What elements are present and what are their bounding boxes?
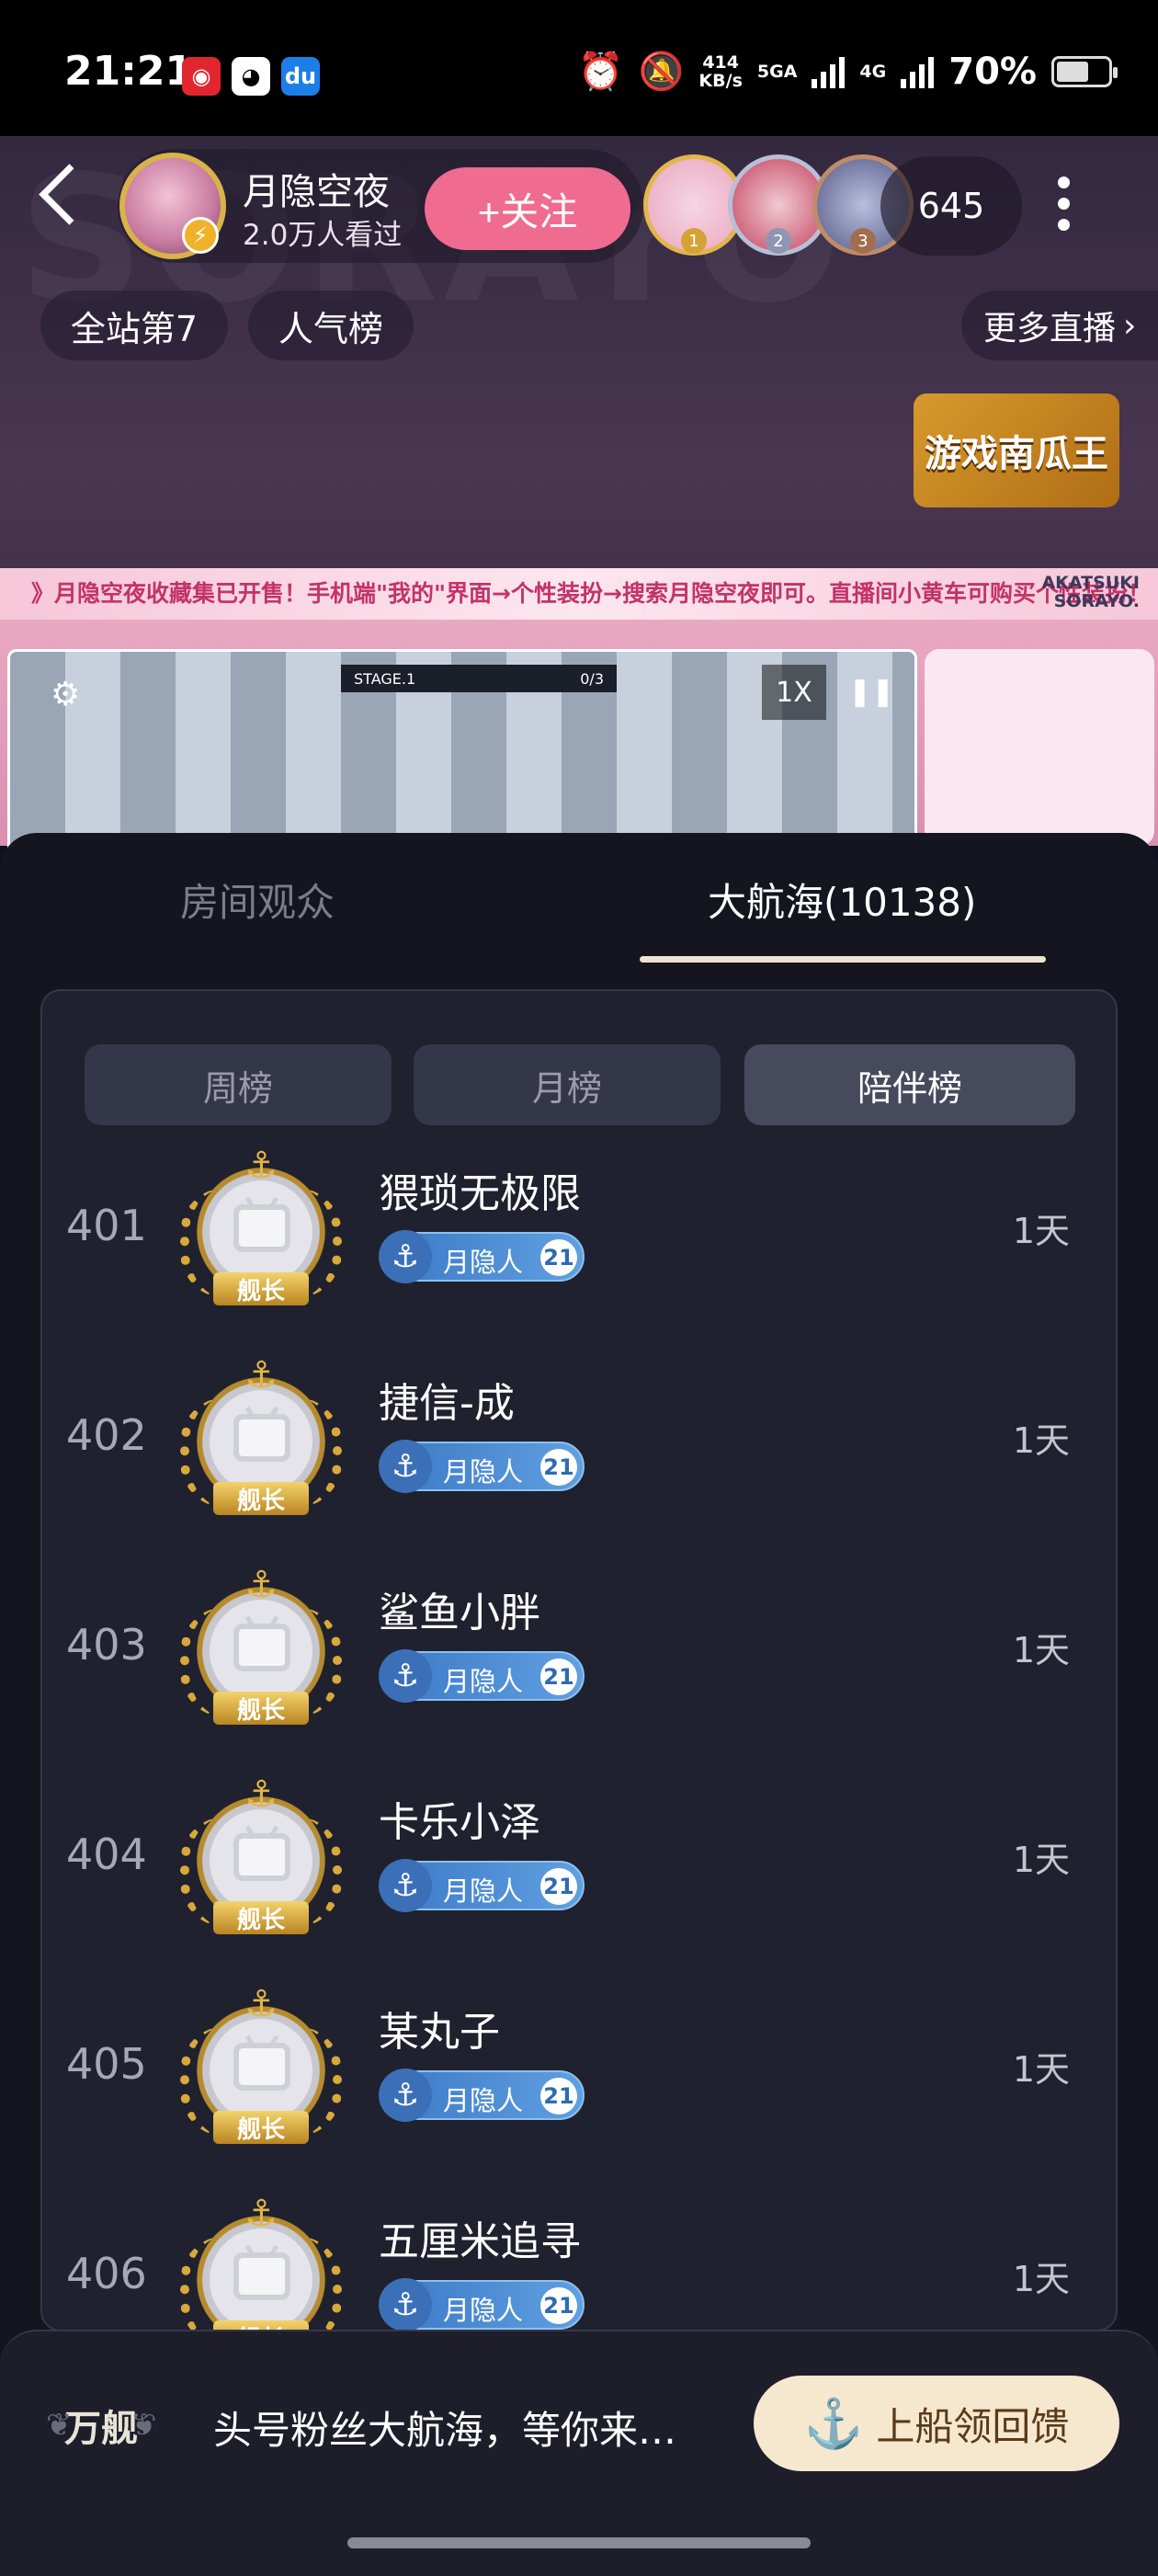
mute-icon: 🔕 <box>638 51 685 93</box>
list-item[interactable]: 406 ⚓舰长 五厘米追寻 ⚓月隐人21 1天 <box>42 2188 1116 2331</box>
anchor-icon: ⚓ <box>379 1440 432 1493</box>
battery-percent: 70% <box>948 50 1037 93</box>
tab-audience[interactable]: 房间观众 <box>180 872 335 928</box>
host-name: 月隐空夜 <box>243 171 390 213</box>
banner-logo: AKATSUKI SORAYO. <box>1041 573 1140 611</box>
list-item[interactable]: 401 ⚓ 舰长 猥琐无极限 ⚓ 月隐人 21 1天 <box>42 1140 1116 1350</box>
signal-5g-label: 5GA <box>756 61 798 82</box>
more-options-icon[interactable] <box>1055 177 1073 240</box>
member-name: 鲨鱼小胖 <box>379 1590 540 1636</box>
online-count[interactable]: 645 <box>880 156 1022 256</box>
member-name: 卡乐小泽 <box>379 1799 540 1846</box>
popularity-rank-tag[interactable]: 人气榜 <box>248 291 414 360</box>
banner-text: 》月隐空夜收藏集已开售！手机端"我的"界面→个性装扮→搜索月隐空夜即可。直播间小… <box>31 580 1158 607</box>
member-name: 捷信-成 <box>379 1380 515 1427</box>
status-time: 21:21 <box>64 48 194 95</box>
fan-level: 21 <box>540 1868 577 1905</box>
fan-badge: ⚓ 月隐人 21 <box>379 1859 585 1912</box>
list-item[interactable]: 404 ⚓ 舰长 卡乐小泽 ⚓ 月隐人 21 1天 <box>42 1769 1116 1978</box>
rank-number: 405 <box>66 2039 147 2089</box>
member-days: 1天 <box>1012 1840 1070 1880</box>
fan-level: 21 <box>540 1239 577 1276</box>
game-stream-view[interactable]: ⚙ STAGE.1 0/3 1X ❚❚ <box>7 649 917 861</box>
signal-5g-icon <box>812 55 846 88</box>
member-days: 1天 <box>1012 1211 1070 1251</box>
captain-medal-icon: ⚓舰长 <box>180 1774 342 1936</box>
member-days: 1天 <box>1012 2259 1070 2299</box>
member-days: 1天 <box>1012 1630 1070 1670</box>
pause-icon: ❚❚ <box>848 676 895 708</box>
rank-number: 404 <box>66 1829 147 1879</box>
fan-badge: ⚓ 月隐人 21 <box>379 1230 585 1283</box>
signal-4g-icon <box>901 55 935 88</box>
anchor-icon: ⚓ <box>379 1859 432 1912</box>
captain-medal-icon: ⚓舰长 <box>180 2194 342 2331</box>
captain-medal-icon: ⚓舰长 <box>180 1565 342 1727</box>
anchor-icon: ⚓ <box>379 2069 432 2122</box>
netease-music-icon: ◉ <box>182 57 221 96</box>
anchor-icon: ⚓ <box>379 1230 432 1283</box>
promo-text: 头号粉丝大航海，等你来… <box>213 2408 677 2453</box>
alarm-icon: ⏰ <box>577 51 624 93</box>
site-rank-tag[interactable]: 全站第7 <box>40 291 228 360</box>
subtab-monthly[interactable]: 月榜 <box>414 1044 721 1125</box>
member-name: 五厘米追寻 <box>379 2218 581 2265</box>
net-speed: 414 KB/s <box>698 51 743 91</box>
member-name: 猥琐无极限 <box>379 1170 581 1217</box>
follow-button[interactable]: +关注 <box>425 167 630 250</box>
member-days: 1天 <box>1012 2049 1070 2090</box>
rank-badge-2: 2 <box>766 228 791 254</box>
list-item[interactable]: 402 ⚓ 舰长 捷信-成 ⚓ 月隐人 21 1天 <box>42 1350 1116 1559</box>
fan-badge: ⚓ 月隐人 21 <box>379 1649 585 1703</box>
gear-icon: ⚙ <box>51 676 81 713</box>
active-tab-indicator <box>640 956 1046 963</box>
battery-icon <box>1051 55 1118 87</box>
list-item[interactable]: 405 ⚓ 舰长 某丸子 ⚓ 月隐人 21 1天 <box>42 1978 1116 2188</box>
status-icons: ⏰ 🔕 414 KB/s 5GA 4G 70% <box>577 50 1118 93</box>
rank-number: 401 <box>66 1201 147 1250</box>
tab-guard[interactable]: 大航海(10138) <box>708 872 976 928</box>
rank-number: 406 <box>66 2249 147 2298</box>
qq-icon: ◕ <box>232 57 270 96</box>
subtab-companion[interactable]: 陪伴榜 <box>744 1044 1075 1125</box>
more-live-button[interactable]: 更多直播 › <box>961 291 1158 360</box>
member-name: 某丸子 <box>379 2009 500 2056</box>
captain-medal-icon: ⚓舰长 <box>180 1984 342 2146</box>
stream-side-panel <box>925 649 1154 846</box>
game-stage-bar: STAGE.1 0/3 <box>341 665 617 692</box>
baidu-disk-icon: du <box>281 57 320 96</box>
host-watch-count: 2.0万人看过 <box>243 219 403 252</box>
member-days: 1天 <box>1012 1420 1070 1461</box>
rank-number: 403 <box>66 1620 147 1670</box>
anchor-icon: ⚓ <box>803 2397 864 2451</box>
chevron-right-icon: › <box>1123 306 1137 345</box>
signal-4g-label: 4G <box>859 61 887 82</box>
fan-level: 21 <box>540 1658 577 1695</box>
rank-badge-1: 1 <box>681 228 707 254</box>
captain-medal-icon: ⚓舰长 <box>180 1146 342 1307</box>
board-ship-button[interactable]: ⚓ 上船领回馈 <box>754 2376 1119 2471</box>
announcement-banner: 》月隐空夜收藏集已开售！手机端"我的"界面→个性装扮→搜索月隐空夜即可。直播间小… <box>0 568 1158 620</box>
fan-badge: ⚓ 月隐人 21 <box>379 2278 585 2331</box>
fan-level: 21 <box>540 1449 577 1486</box>
fan-level: 21 <box>540 2287 577 2324</box>
game-speed: 1X <box>762 665 826 720</box>
home-indicator[interactable] <box>347 2537 811 2548</box>
fan-badge: ⚓ 月隐人 21 <box>379 1440 585 1493</box>
rank-badge-3: 3 <box>850 228 876 254</box>
anchor-icon: ⚓ <box>379 1649 432 1703</box>
wanjian-logo: 万舰 <box>46 2387 149 2464</box>
anchor-icon: ⚓ <box>379 2278 432 2331</box>
rank-number: 402 <box>66 1410 147 1460</box>
captain-medal-icon: ⚓舰长 <box>180 1355 342 1517</box>
board-ship-label: 上船领回馈 <box>876 2404 1070 2448</box>
list-item[interactable]: 403 ⚓ 舰长 鲨鱼小胖 ⚓ 月隐人 21 1天 <box>42 1559 1116 1769</box>
fan-badge: ⚓ 月隐人 21 <box>379 2069 585 2122</box>
status-bar: 21:21 ◉ ◕ du ⏰ 🔕 414 KB/s 5GA 4G 70% <box>0 0 1158 136</box>
member-list[interactable]: 401 ⚓ 舰长 猥琐无极限 ⚓ 月隐人 21 1天 402 ⚓ 舰长 捷信-成 ⚓ 月隐… <box>42 1140 1116 2331</box>
fan-level: 21 <box>540 2078 577 2114</box>
subtab-weekly[interactable]: 周榜 <box>85 1044 392 1125</box>
game-ad-icon[interactable]: 游戏南瓜王 <box>914 393 1119 507</box>
lightning-icon: ⚡ <box>182 217 219 254</box>
